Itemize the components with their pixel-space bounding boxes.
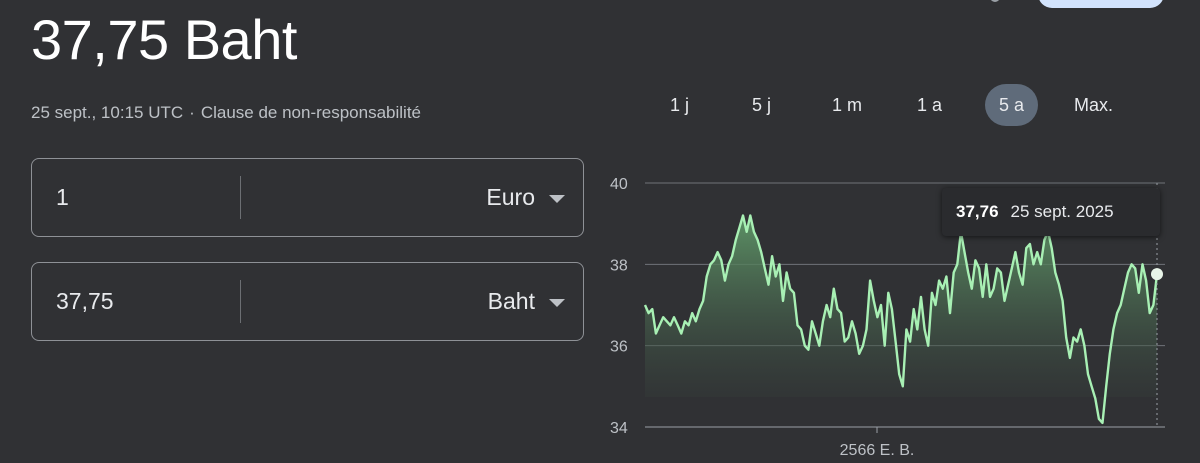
overflow-menu-icon[interactable] [990, 0, 1000, 2]
chart-tooltip: 37,76 25 sept. 2025 [942, 188, 1160, 236]
disclaimer-link[interactable]: Clause de non-responsabilité [201, 103, 421, 122]
tooltip-value: 37,76 [956, 202, 999, 221]
rate-timestamp-line: 25 sept., 10:15 UTC · Clause de non-respon… [31, 103, 421, 123]
tab-max[interactable]: Max. [1060, 84, 1127, 126]
tab-5-years[interactable]: 5 a [985, 84, 1039, 126]
separator: · [189, 103, 195, 122]
chart-area-fill [645, 215, 1157, 423]
tab-1-day[interactable]: 1 j [656, 84, 703, 126]
from-currency-label: Euro [486, 184, 535, 210]
from-currency-row: Euro [31, 158, 584, 237]
to-currency-select[interactable]: Baht [488, 263, 565, 340]
timestamp: 25 sept., 10:15 UTC [31, 103, 184, 122]
time-range-tabs: 1 j 5 j 1 m 1 a 5 a Max. [640, 84, 1160, 126]
tab-1-year[interactable]: 1 a [903, 84, 956, 126]
y-tick-label: 34 [610, 420, 628, 437]
divider [240, 176, 241, 219]
y-tick-label: 36 [610, 339, 628, 356]
tab-5-days[interactable]: 5 j [738, 84, 785, 126]
from-currency-select[interactable]: Euro [486, 159, 565, 236]
to-currency-row: Baht [31, 262, 584, 341]
chevron-down-icon [549, 298, 565, 307]
converted-rate-heading: 37,75 Baht [31, 8, 297, 71]
tooltip-date: 25 sept. 2025 [1010, 202, 1114, 221]
y-tick-label: 38 [610, 257, 628, 274]
top-action-button[interactable] [1038, 0, 1164, 8]
chevron-down-icon [549, 194, 565, 203]
to-amount-input[interactable] [56, 263, 226, 340]
x-tick-label: 2566 E. B. [840, 442, 915, 459]
hover-point [1151, 268, 1163, 281]
from-amount-input[interactable] [56, 159, 226, 236]
y-tick-label: 40 [610, 176, 628, 193]
divider [240, 280, 241, 323]
to-currency-label: Baht [487, 288, 535, 314]
tab-1-month[interactable]: 1 m [818, 84, 876, 126]
